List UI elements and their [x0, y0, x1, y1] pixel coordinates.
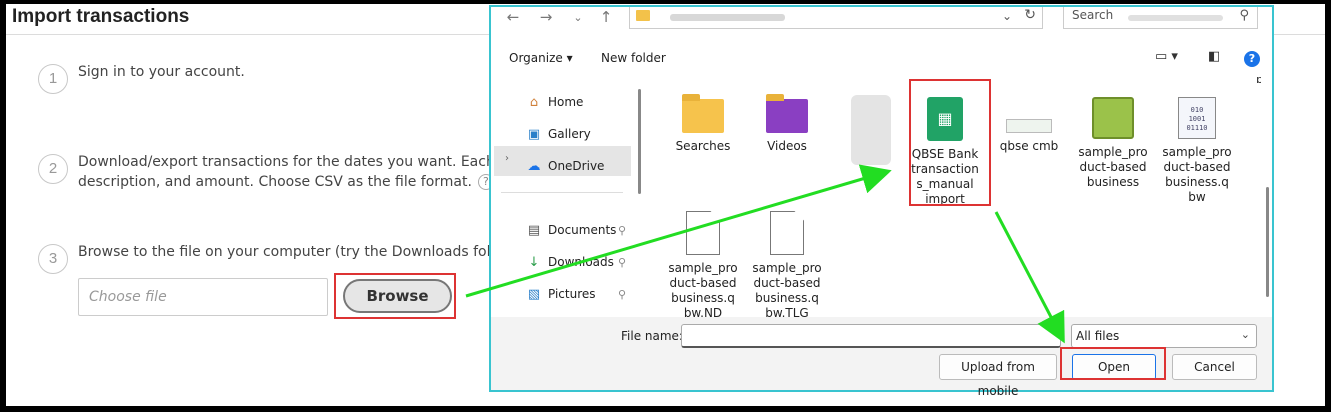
annotation-arrows — [465, 164, 1065, 344]
arrow-to-open — [994, 211, 1065, 344]
arrow-to-file — [465, 164, 892, 298]
